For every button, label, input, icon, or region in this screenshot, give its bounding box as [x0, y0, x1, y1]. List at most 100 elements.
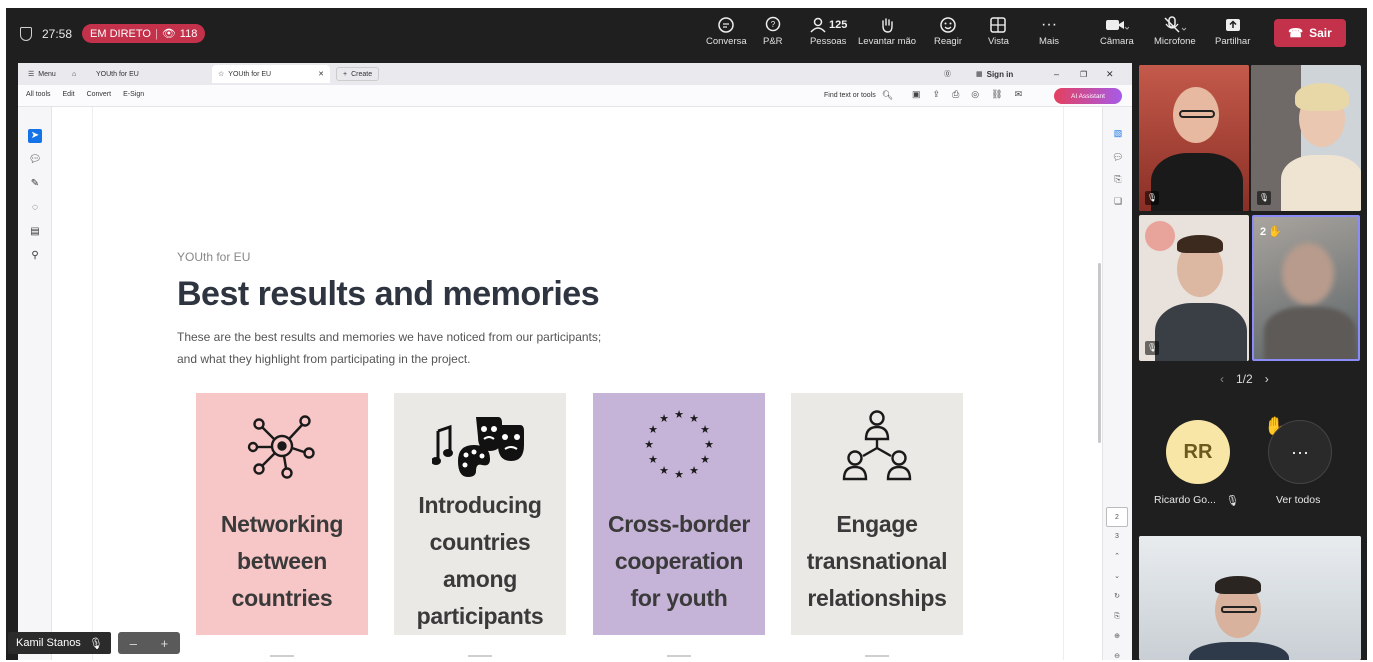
grid-icon: [989, 14, 1007, 36]
tab-youth-1[interactable]: YOUth for EU: [90, 65, 145, 83]
svg-text:★: ★: [704, 438, 714, 451]
menu-all-tools[interactable]: All tools: [26, 91, 51, 98]
share-button[interactable]: Partilhar: [1215, 14, 1250, 47]
participant-tile[interactable]: 🎙︎: [1251, 65, 1361, 211]
avatar[interactable]: RR: [1166, 420, 1230, 484]
bookmark-panel-icon[interactable]: ⎘: [1112, 173, 1124, 185]
home-tab[interactable]: ⌂: [66, 65, 82, 83]
minimize-icon[interactable]: –: [1048, 65, 1065, 83]
menu-edit[interactable]: Edit: [63, 91, 75, 98]
zoom-in-icon[interactable]: ⊕: [1106, 627, 1128, 647]
more-button[interactable]: ··· Mais: [1039, 14, 1059, 47]
link-icon[interactable]: ⛓: [991, 89, 1002, 100]
close-window-icon[interactable]: ✕: [1100, 65, 1120, 83]
page-tool-icon[interactable]: ⎘: [1106, 607, 1128, 627]
page-navigator: 2 3 ⌃ ⌄ ↻ ⎘ ⊕ ⊖: [1106, 507, 1128, 660]
print-icon[interactable]: ⎙: [952, 89, 959, 100]
camera-label: Câmara: [1100, 36, 1134, 47]
qa-label: P&R: [763, 36, 783, 47]
leave-label: Sair: [1309, 26, 1332, 40]
chevron-left-icon[interactable]: ‹: [1220, 372, 1224, 386]
restore-icon[interactable]: ❐: [1074, 65, 1093, 83]
menu-button[interactable]: ☰ Menu: [22, 65, 62, 83]
camera-button[interactable]: Câmara: [1100, 14, 1134, 47]
sign-in-link[interactable]: ▦ Sign in: [970, 65, 1019, 83]
upload-icon[interactable]: ⇪: [933, 89, 941, 100]
qa-button[interactable]: ? P&R: [763, 14, 783, 47]
mail-icon[interactable]: ✉: [1015, 89, 1023, 100]
card-label: Networking between countries: [220, 510, 344, 611]
chat-button[interactable]: Conversa: [706, 14, 747, 47]
qa-icon: ?: [764, 14, 782, 36]
card-label: Cross-border cooperation for youth: [607, 510, 751, 611]
eye-icon: 👁: [161, 28, 176, 40]
self-view-tile[interactable]: [1139, 536, 1361, 660]
find-tools[interactable]: Find text or tools 🔍︎: [824, 90, 893, 101]
document-scrollbar[interactable]: [1098, 263, 1101, 443]
chevron-down-icon[interactable]: ⌄: [1106, 567, 1128, 587]
tab-youth-active[interactable]: ☆ YOUth for EU ✕: [212, 65, 330, 83]
react-button[interactable]: Reagir: [934, 14, 962, 47]
raise-hand-button[interactable]: Levantar mão: [858, 14, 916, 47]
page-number-next[interactable]: 3: [1106, 527, 1128, 547]
participant-tile[interactable]: 🎙︎: [1139, 215, 1249, 361]
microphone-button[interactable]: Microfone: [1154, 14, 1196, 47]
leave-button[interactable]: ☎ Sair: [1274, 19, 1346, 47]
participant-tile[interactable]: 🎙︎: [1139, 65, 1249, 211]
zoom-controls: – +: [118, 632, 180, 654]
smile-icon: [939, 14, 957, 36]
ai-panel-icon[interactable]: ▧: [1112, 127, 1124, 139]
svg-text:★: ★: [648, 423, 658, 436]
svg-text:★: ★: [689, 464, 699, 477]
gallery-pager: ‹ 1/2 ›: [1220, 372, 1269, 386]
card-introducing: Introducing countries among participants: [394, 393, 566, 635]
save-icon[interactable]: ▣: [912, 89, 921, 100]
menu-convert[interactable]: Convert: [87, 91, 112, 98]
comment-panel-icon[interactable]: 💬︎: [1112, 151, 1124, 163]
select-tool-icon[interactable]: ➤: [28, 129, 42, 143]
close-tab-icon[interactable]: ✕: [318, 70, 324, 78]
svg-text:★: ★: [659, 464, 669, 477]
text-box-icon[interactable]: ▤: [28, 225, 42, 239]
mic-muted-icon: 🎙︎: [1145, 191, 1159, 205]
zoom-out-button[interactable]: –: [130, 636, 137, 651]
app-menu: All tools Edit Convert E-Sign: [26, 91, 144, 98]
svg-text:★: ★: [659, 412, 669, 425]
zoom-in-button[interactable]: +: [161, 636, 169, 651]
mic-muted-icon: 🎙︎: [1225, 495, 1240, 507]
stamp-tool-icon[interactable]: ⚲: [28, 249, 42, 263]
shared-screen: ☰ Menu ⌂ YOUth for EU ☆ YOUth for EU ✕ +…: [18, 63, 1132, 660]
find-icon[interactable]: ◎: [971, 89, 979, 100]
see-all-button[interactable]: ···: [1268, 420, 1332, 484]
create-tab-button[interactable]: + Create: [336, 67, 380, 81]
people-button[interactable]: 125 Pessoas: [809, 14, 847, 47]
chat-label: Conversa: [706, 36, 747, 47]
pages-panel-icon[interactable]: ❏: [1112, 195, 1124, 207]
participant-tile-active[interactable]: 2 ✋: [1252, 215, 1360, 361]
chevron-up-icon[interactable]: ⌃: [1106, 547, 1128, 567]
ai-assistant-button[interactable]: AI Assistant: [1054, 88, 1122, 104]
refresh-icon[interactable]: ↻: [1106, 587, 1128, 607]
comment-tool-icon[interactable]: 💬︎: [28, 153, 42, 167]
mic-muted-icon: 🎙︎: [88, 637, 103, 650]
divider: [270, 655, 294, 657]
divider: [865, 655, 889, 657]
chevron-right-icon[interactable]: ›: [1265, 372, 1269, 386]
help-icon[interactable]: ⓪: [938, 65, 957, 83]
people-network-icon: [837, 405, 917, 487]
camera-icon: [1105, 14, 1129, 36]
meeting-timer: 27:58: [42, 26, 73, 41]
participant-name: Ricardo Go... 🎙︎: [1154, 494, 1240, 507]
zoom-out-icon[interactable]: ⊖: [1106, 647, 1128, 660]
pen-tool-icon[interactable]: ✎: [28, 177, 42, 191]
more-icon: ···: [1041, 16, 1058, 33]
svg-text:★: ★: [700, 423, 710, 436]
view-button[interactable]: Vista: [988, 14, 1009, 47]
menu-esign[interactable]: E-Sign: [123, 91, 144, 98]
network-icon: [247, 405, 317, 487]
page-number-current[interactable]: 2: [1106, 507, 1128, 527]
page-intro: These are the best results and memories …: [177, 330, 602, 366]
document-page: YOUth for EU Best results and memories T…: [92, 107, 1064, 660]
see-all-label: Ver todos: [1276, 494, 1321, 506]
lasso-tool-icon[interactable]: ◌: [28, 201, 42, 215]
